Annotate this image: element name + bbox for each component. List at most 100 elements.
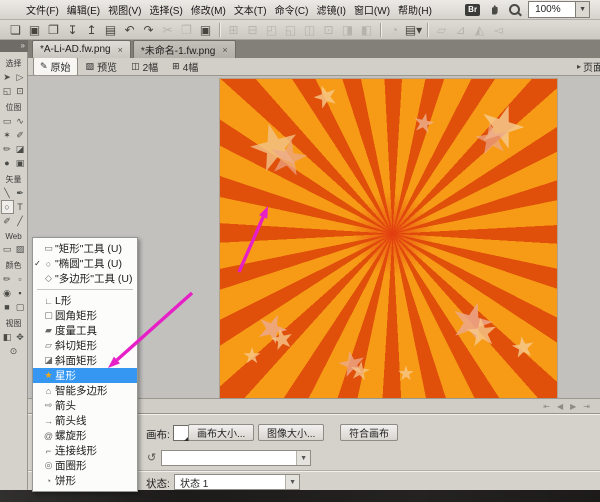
pencil-tool[interactable]: ✏ xyxy=(1,142,14,156)
menu-item-commands[interactable]: 命令(C) xyxy=(271,0,313,19)
lasso-tool[interactable]: ∿ xyxy=(14,114,27,128)
beveled-rectangle-item-icon: ◪ xyxy=(42,355,55,366)
pointer-tool[interactable]: ➤ xyxy=(1,70,14,84)
subselection-tool[interactable]: ▷ xyxy=(14,70,27,84)
scale-tool[interactable]: ◱ xyxy=(1,84,14,98)
blur-tool[interactable]: ● xyxy=(1,156,14,170)
menu-item-window[interactable]: 窗口(W) xyxy=(350,0,394,19)
rectangle-tool-item[interactable]: ▭"矩形"工具 (U) xyxy=(33,241,137,256)
hotspot-tool[interactable]: ▭ xyxy=(1,242,14,256)
open-icon[interactable]: ❐ xyxy=(44,21,63,39)
first-state-button[interactable]: ⇤ xyxy=(543,402,550,411)
eraser-tool[interactable]: ◪ xyxy=(14,142,27,156)
menu-item-text[interactable]: 文本(T) xyxy=(230,0,271,19)
arrow-item[interactable]: ⇨箭头 xyxy=(33,398,137,413)
new-document-icon[interactable]: ❏ xyxy=(6,21,25,39)
smart-polygon-item[interactable]: ⌂智能多边形 xyxy=(33,383,137,398)
animation-loop-icon[interactable]: ↺ xyxy=(147,451,156,464)
menu-item-modify[interactable]: 修改(M) xyxy=(187,0,230,19)
line-tool[interactable]: ╲ xyxy=(1,186,14,200)
measure-tool-item-icon: ▰ xyxy=(42,325,55,336)
tab-close-icon[interactable]: × xyxy=(118,45,123,55)
polygon-tool-item[interactable]: ◇"多边形"工具 (U) xyxy=(33,271,137,286)
tab-close-icon[interactable]: × xyxy=(222,45,227,55)
pie-item[interactable]: ◔饼形 xyxy=(33,473,137,488)
beveled-rectangle-item[interactable]: ◪斜面矩形 xyxy=(33,353,137,368)
save-icon[interactable]: ▣ xyxy=(25,21,44,39)
view-mode-原始[interactable]: ✎原始 xyxy=(33,58,78,76)
panel-collapse-chevrons[interactable]: » xyxy=(0,40,28,52)
paste-icon[interactable]: ▣ xyxy=(196,21,215,39)
hand-tool[interactable]: ✥ xyxy=(14,330,27,344)
fill-color-well[interactable]: ◉ xyxy=(1,286,14,300)
arrow-line-item[interactable]: →箭头线 xyxy=(33,413,137,428)
bridge-icon[interactable]: Br xyxy=(465,4,480,16)
menu-item-view[interactable]: 视图(V) xyxy=(104,0,145,19)
canvas[interactable]: ★★★★★★★★★★★★★★★ xyxy=(220,79,557,398)
default-colors[interactable]: ▢ xyxy=(14,300,27,314)
menu-item-select[interactable]: 选择(S) xyxy=(145,0,186,19)
view-mode-预览[interactable]: ▨预览 xyxy=(80,58,124,76)
pages-panel-tab[interactable]: ▸ 页面 xyxy=(577,59,600,74)
stroke-color-well[interactable]: ✏ xyxy=(1,272,14,286)
tools-section-label: 选择 xyxy=(0,58,27,69)
canvas-color-swatch[interactable] xyxy=(173,425,189,441)
ellipse-tool-item[interactable]: ✓○"椭圆"工具 (U) xyxy=(33,256,137,271)
undo-icon[interactable]: ↶ xyxy=(120,21,139,39)
fit-canvas-button[interactable]: 符合画布 xyxy=(340,424,398,441)
menu-item-edit[interactable]: 编辑(E) xyxy=(63,0,104,19)
animation-dropdown[interactable]: ▼ xyxy=(161,450,311,466)
screen-mode-tool[interactable]: ◧ xyxy=(1,330,14,344)
rounded-rectangle-item[interactable]: ▢圆角矩形 xyxy=(33,308,137,323)
menu-item-file[interactable]: 文件(F) xyxy=(22,0,63,19)
text-tool[interactable]: T xyxy=(14,200,27,214)
star-item[interactable]: ★星形 xyxy=(33,368,137,383)
document-tab-1[interactable]: *A-Li-AD.fw.png× xyxy=(32,40,131,58)
l-shape-item[interactable]: ∟L形 xyxy=(33,293,137,308)
fill-swatch[interactable]: ▪ xyxy=(14,286,27,300)
menu-item-help[interactable]: 帮助(H) xyxy=(394,0,436,19)
last-state-button[interactable]: ⇥ xyxy=(583,402,590,411)
freeform-tool[interactable]: ✐ xyxy=(1,214,14,228)
state-dropdown-arrow[interactable]: ▼ xyxy=(285,475,299,489)
spiral-item[interactable]: @螺旋形 xyxy=(33,428,137,443)
brush-tool[interactable]: ✐ xyxy=(14,128,27,142)
document-tab-2[interactable]: *未命名-1.fw.png× xyxy=(133,40,236,58)
state-dropdown[interactable]: 状态 1 ▼ xyxy=(174,474,300,490)
magic-wand-tool[interactable]: ✶ xyxy=(1,128,14,142)
zoom-dropdown-arrow[interactable]: ▼ xyxy=(575,2,589,17)
measure-tool-item[interactable]: ▰度量工具 xyxy=(33,323,137,338)
rubber-stamp-tool[interactable]: ▣ xyxy=(14,156,27,170)
zoom-tool[interactable]: ⊙ xyxy=(7,344,20,358)
import-icon[interactable]: ↧ xyxy=(63,21,82,39)
canvas-size-button[interactable]: 画布大小... xyxy=(188,424,254,441)
stroke-swatch[interactable]: ▫ xyxy=(14,272,27,286)
swap-colors[interactable]: ■ xyxy=(1,300,14,314)
view-mode-4幅[interactable]: ⊞4幅 xyxy=(166,58,204,76)
previous-state-button[interactable]: ◀ xyxy=(557,402,563,411)
chamfer-rectangle-item[interactable]: ▱斜切矩形 xyxy=(33,338,137,353)
pen-tool[interactable]: ✒ xyxy=(14,186,27,200)
zoom-level-dropdown[interactable]: 100% ▼ xyxy=(528,1,590,18)
donut-item[interactable]: ◎面圈形 xyxy=(33,458,137,473)
connector-line-item[interactable]: ⌐连接线形 xyxy=(33,443,137,458)
print-icon[interactable]: ▤ xyxy=(101,21,120,39)
view-mode-2幅[interactable]: ◫2幅 xyxy=(125,58,164,76)
magnifier-icon[interactable] xyxy=(509,4,520,15)
redo-icon[interactable]: ↷ xyxy=(139,21,158,39)
slice-tool[interactable]: ▨ xyxy=(14,242,27,256)
animation-dropdown-arrow[interactable]: ▼ xyxy=(296,451,310,465)
star-shape: ★ xyxy=(469,92,534,161)
marquee-tool[interactable]: ▭ xyxy=(1,114,14,128)
menu-item-filters[interactable]: 滤镜(I) xyxy=(312,0,349,19)
crop-tool[interactable]: ⊡ xyxy=(14,84,27,98)
page-options-icon[interactable]: ▤▾ xyxy=(404,21,423,39)
distribute-icon: ◧ xyxy=(357,21,376,39)
ellipse-tool[interactable]: ○ xyxy=(1,200,14,214)
next-state-button[interactable]: ▶ xyxy=(570,402,576,411)
hand-icon[interactable] xyxy=(488,3,501,16)
menu-item-label: 度量工具 xyxy=(55,323,97,338)
knife-tool[interactable]: ╱ xyxy=(14,214,27,228)
image-size-button[interactable]: 图像大小... xyxy=(258,424,324,441)
export-icon[interactable]: ↥ xyxy=(82,21,101,39)
